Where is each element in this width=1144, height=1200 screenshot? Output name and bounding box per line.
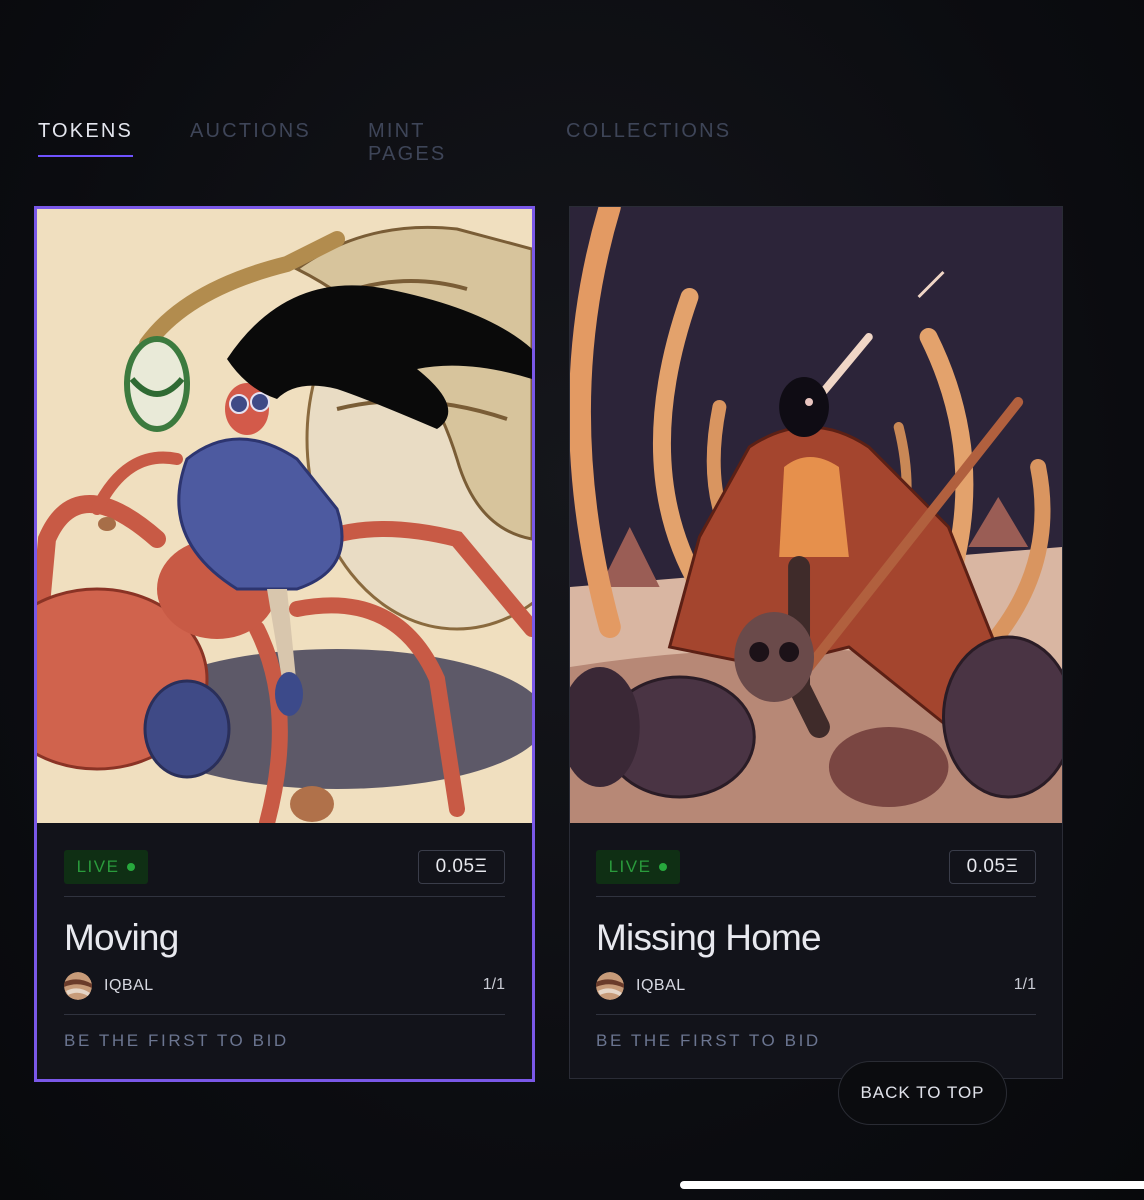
bid-status-text: BE THE FIRST TO BID — [596, 1031, 821, 1050]
token-artwork — [570, 207, 1062, 823]
divider — [64, 1014, 505, 1015]
live-status-badge: LIVE — [596, 850, 680, 884]
bid-status-text: BE THE FIRST TO BID — [64, 1031, 289, 1050]
edition-count: 1/1 — [482, 976, 505, 993]
token-title[interactable]: Missing Home — [596, 917, 1036, 959]
live-status-badge: LIVE — [64, 850, 148, 884]
tab-tokens[interactable]: TOKENS — [38, 120, 134, 157]
artist-avatar[interactable] — [596, 972, 624, 1000]
edition-count: 1/1 — [1013, 976, 1036, 993]
tab-auctions[interactable]: AUCTIONS — [190, 120, 311, 157]
token-card[interactable]: LIVE 0.05Ξ Moving IQBAL 1/1 BE THE FIRST… — [34, 206, 535, 1082]
divider — [596, 896, 1036, 897]
artist-row: IQBAL 1/1 — [596, 971, 1036, 1001]
artist-name[interactable]: IQBAL — [104, 977, 154, 995]
home-indicator[interactable] — [680, 1181, 1144, 1189]
artist-row: IQBAL 1/1 — [64, 971, 505, 1001]
artist-name[interactable]: IQBAL — [636, 977, 686, 995]
divider — [596, 1014, 1036, 1015]
token-title[interactable]: Moving — [64, 917, 505, 959]
live-dot-icon — [127, 863, 136, 871]
price-badge: 0.05Ξ — [418, 850, 505, 884]
token-artwork — [37, 209, 532, 823]
tab-mint-pages[interactable]: MINT PAGES — [368, 120, 446, 180]
live-dot-icon — [659, 863, 668, 871]
price-badge: 0.05Ξ — [949, 850, 1036, 884]
live-status-label: LIVE — [608, 857, 652, 876]
live-status-label: LIVE — [76, 857, 120, 876]
back-to-top-button[interactable]: BACK TO TOP — [838, 1061, 1007, 1125]
card-details: LIVE 0.05Ξ Moving IQBAL 1/1 BE THE FIRST… — [64, 849, 505, 1051]
tab-collections[interactable]: COLLECTIONS — [566, 120, 731, 157]
token-card[interactable]: LIVE 0.05Ξ Missing Home IQBAL 1/1 BE THE… — [569, 206, 1063, 1079]
card-details: LIVE 0.05Ξ Missing Home IQBAL 1/1 BE THE… — [596, 849, 1036, 1051]
divider — [64, 896, 505, 897]
artist-avatar[interactable] — [64, 972, 92, 1000]
